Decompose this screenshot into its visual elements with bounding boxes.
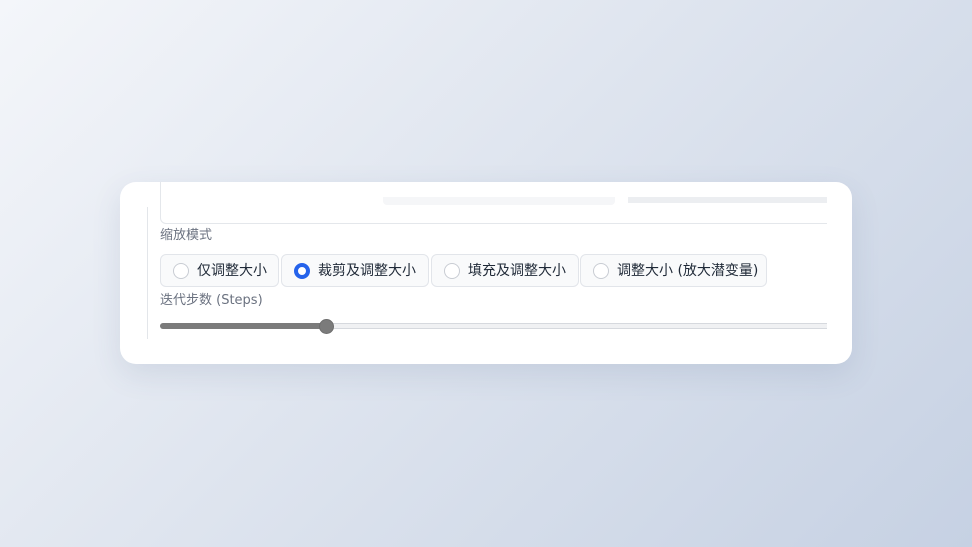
radio-button-selected[interactable] — [294, 263, 310, 279]
steps-label: 迭代步数 (Steps) — [160, 293, 263, 308]
radio-label: 裁剪及调整大小 — [318, 263, 416, 279]
steps-slider[interactable] — [160, 319, 827, 334]
settings-content: 缩放模式 仅调整大小 裁剪及调整大小 填充及调整大小 调整大小 (放大潜变量) … — [160, 182, 827, 364]
previous-field-tab — [383, 197, 615, 205]
resize-mode-option-latent-upscale[interactable]: 调整大小 (放大潜变量) — [580, 254, 767, 287]
previous-field-bar — [628, 197, 827, 203]
settings-panel: 缩放模式 仅调整大小 裁剪及调整大小 填充及调整大小 调整大小 (放大潜变量) … — [120, 182, 852, 364]
radio-label: 调整大小 (放大潜变量) — [617, 263, 759, 279]
group-divider — [147, 207, 148, 339]
slider-fill — [160, 323, 327, 329]
resize-mode-label: 缩放模式 — [160, 228, 213, 243]
slider-thumb[interactable] — [319, 319, 334, 334]
resize-mode-option-crop-and-resize[interactable]: 裁剪及调整大小 — [281, 254, 429, 287]
radio-button[interactable] — [173, 263, 189, 279]
resize-mode-option-resize-and-fill[interactable]: 填充及调整大小 — [431, 254, 579, 287]
radio-button[interactable] — [444, 263, 460, 279]
radio-button[interactable] — [593, 263, 609, 279]
resize-mode-option-just-resize[interactable]: 仅调整大小 — [160, 254, 279, 287]
previous-field-container — [160, 182, 827, 224]
radio-label: 填充及调整大小 — [468, 263, 566, 279]
radio-label: 仅调整大小 — [197, 263, 267, 279]
